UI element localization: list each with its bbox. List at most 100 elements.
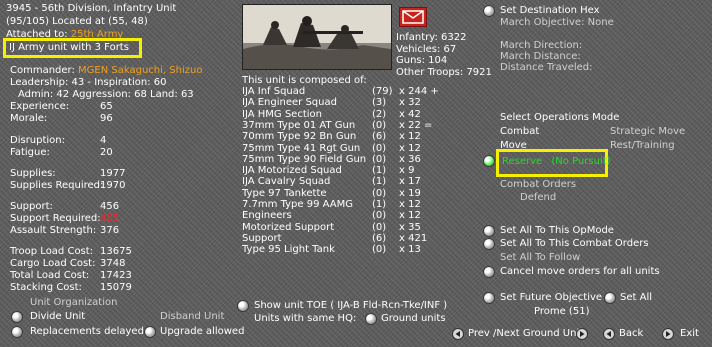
commander-name-link[interactable]: MGEN Sakaguchi, Shizuo [78,65,202,76]
divide-unit-button[interactable]: Divide Unit [30,312,85,322]
stat-label: Disruption: [10,135,66,146]
composition-device-name: 7.7mm Type 99 AAMG [242,199,353,210]
disband-unit-button[interactable]: Disband Unit [160,312,224,322]
back-button[interactable]: Back [619,329,643,339]
radio-button[interactable] [484,226,494,236]
composition-total-count: x 12 [399,210,421,221]
admin-aggression-land: Admin: 42 Aggression: 68 Land: 63 [18,89,194,100]
total-vehicles: Vehicles: 67 [396,44,457,55]
composition-ready-count: (0) [372,143,387,154]
radio-button[interactable] [12,327,22,337]
composition-device-name: IJA Cavalry Squad [242,176,331,187]
unit-organization-heading: Unit Organization [30,297,118,308]
unit-strength-location: (95/105) Located at (55, 48) [6,16,148,27]
composition-total-count: x 12 [399,143,421,154]
radio-button[interactable] [366,314,376,324]
arrow-right-icon [662,328,674,340]
combat-orders-heading: Combat Orders [500,179,577,190]
stat-value: 20 [100,147,113,158]
composition-total-count: x 32 [399,97,421,108]
radio-button[interactable] [145,327,155,337]
composition-ready-count: (0) [372,154,387,165]
set-destination-hex[interactable]: Set Destination Hex [500,6,600,16]
soldiers-image [243,5,391,69]
stat-label: Assault Strength: [10,225,97,236]
arrow-left-icon [603,328,615,340]
composition-ready-count: (0) [372,120,387,131]
radio-button[interactable] [605,293,615,303]
reserve-label: Reserve [502,156,543,167]
composition-total-count: x 42 [399,109,421,120]
composition-device-name: 75mm Type 41 Rgt Gun [242,143,361,154]
set-all-combat-orders[interactable]: Set All To This Combat Orders [500,239,649,249]
stat-label: Experience: [10,101,70,112]
radio-button-selected[interactable] [484,156,494,166]
combat-order-defend[interactable]: Defend [520,193,556,203]
composition-ready-count: (0) [372,188,387,199]
stat-value-warning: 485 [100,213,120,224]
stat-label: Stacking Cost: [10,282,82,293]
composition-heading: This unit is composed of: [242,75,367,86]
opmode-rest-training[interactable]: Rest/Training [610,141,675,151]
upgrade-toggle[interactable]: Upgrade allowed [160,327,244,337]
set-all-opmode[interactable]: Set All To This OpMode [500,226,614,236]
set-future-objective[interactable]: Set Future Objective [500,293,602,303]
stat-label: Supplies Required: [10,180,104,191]
composition-ready-count: (0) [372,222,387,233]
prev-next-ground-unit[interactable]: Prev /Next Ground Unit [468,329,583,339]
composition-device-name: IJA Motorized Squad [242,165,342,176]
units-same-hq-label: Units with same HQ: [254,313,357,324]
set-all-follow[interactable]: Set All To Follow [500,253,580,263]
stat-value: 456 [100,201,120,212]
stat-label: Support Required: [10,213,101,224]
composition-ready-count: (3) [372,97,387,108]
composition-total-count: x 9 [399,165,415,176]
composition-ready-count: (2) [372,109,387,120]
stat-value: 1970 [100,180,126,191]
opmode-strategic-move[interactable]: Strategic Move [610,127,685,137]
composition-total-count: x 12 [399,199,421,210]
composition-device-name: Type 97 Tankette [242,188,327,199]
commander-line: Commander: MGEN Sakaguchi, Shizuo [10,66,202,76]
unit-photo [242,4,392,70]
set-all-objective[interactable]: Set All [620,293,652,303]
leadership: Leadership: 43 - Inspiration: 60 [10,77,167,88]
composition-total-count: x 244 + [399,86,439,97]
show-unit-toe[interactable]: Show unit TOE ( IJA-B Fld-Rcn-Tke/INF ) [254,301,447,311]
stat-value: 3748 [100,258,126,269]
stat-value: 376 [100,225,120,236]
exit-button[interactable]: Exit [680,329,699,339]
radio-button[interactable] [484,267,494,277]
composition-device-name: IJA HMG Section [242,109,322,120]
ground-units-button[interactable]: Ground units [381,314,446,324]
prev-unit-arrow-icon[interactable] [452,328,464,343]
stat-value: 96 [100,113,113,124]
composition-ready-count: (0) [372,210,387,221]
composition-ready-count: (79) [372,86,393,97]
composition-ready-count: (6) [372,131,387,142]
opmode-combat[interactable]: Combat [500,127,539,137]
stat-label: Supplies: [10,168,56,179]
radio-button[interactable] [12,312,22,322]
radio-button[interactable] [484,239,494,249]
opmode-reserve[interactable]: Reserve (No Pursuit) [502,157,611,167]
radio-button[interactable] [484,6,494,16]
cancel-move-orders[interactable]: Cancel move orders for all units [500,267,660,277]
envelope-icon[interactable] [399,7,427,27]
march-distance: March Distance: [500,51,581,62]
stat-value: 4 [100,135,107,146]
replacements-toggle[interactable]: Replacements delayed [30,327,144,337]
next-unit-arrow-icon[interactable] [576,328,588,343]
envelope-glyph [402,10,424,24]
composition-ready-count: (1) [372,165,387,176]
composition-ready-count: (0) [372,244,387,255]
stat-label: Morale: [10,113,48,124]
composition-device-name: Motorized Support [242,222,335,233]
radio-button[interactable] [484,293,494,303]
radio-button[interactable] [238,301,248,311]
exit-arrow-icon[interactable] [662,328,674,343]
stat-value: 1977 [100,168,126,179]
composition-device-name: Support [242,233,282,244]
back-arrow-icon[interactable] [603,328,615,343]
composition-ready-count: (6) [372,233,387,244]
